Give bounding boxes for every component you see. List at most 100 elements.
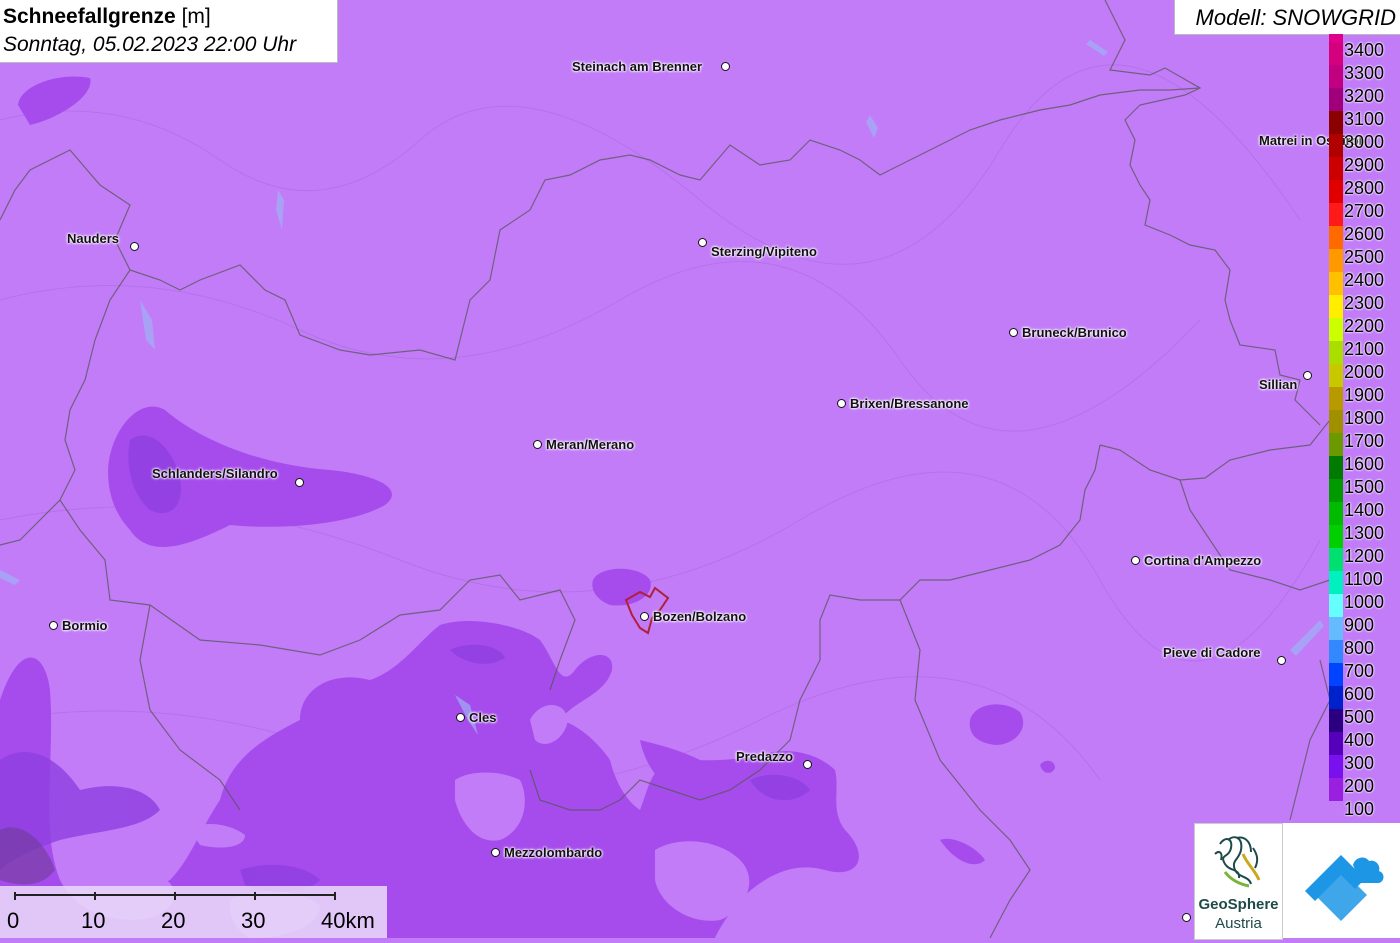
legend-swatch [1329,709,1343,732]
app-logo[interactable] [1283,823,1400,938]
legend-label: 1100 [1344,569,1383,590]
city-label: Meran/Merano [546,437,635,452]
scale-label: 10 [81,908,106,933]
city-marker[interactable] [1131,556,1140,565]
scale-tick [334,892,336,900]
legend-swatch [1329,249,1343,273]
legend-swatch [1329,548,1343,571]
legend-swatch [1329,203,1343,227]
legend-label: 3100 [1344,109,1385,130]
legend-swatch [1329,226,1343,250]
scale-label: 20 [161,908,186,933]
model-label: Modell: SNOWGRID [1195,5,1396,30]
legend-label: 2800 [1344,178,1385,199]
city-label: Brixen/Bressanone [850,396,969,411]
city-marker[interactable] [1277,656,1286,665]
legend-label: 600 [1344,684,1375,704]
legend-label: 200 [1344,776,1375,796]
model-label-box: Modell: SNOWGRID [1174,0,1400,35]
city-label: Nauders [67,231,120,246]
legend-swatch [1329,42,1343,66]
map-datetime: Sonntag, 05.02.2023 22:00 Uhr [3,33,297,56]
legend-swatch [1329,778,1343,801]
city-marker[interactable] [640,612,649,621]
legend-label: 1900 [1344,385,1385,406]
legend-label: 2200 [1344,316,1385,337]
legend-swatch [1329,34,1343,43]
legend-swatch [1329,663,1343,686]
legend-swatch [1329,134,1343,158]
legend-label: 400 [1344,730,1375,750]
legend-label: 3200 [1344,86,1385,107]
logo-text-line2: Austria [1215,915,1262,932]
city-marker[interactable] [456,713,465,722]
legend-label: 1000 [1344,592,1385,612]
city-marker[interactable] [1182,913,1191,922]
legend-swatch [1329,571,1343,594]
city-label: Bruneck/Brunico [1022,325,1127,340]
city-label: Steinach am Brenner [572,59,703,74]
legend-swatch [1329,387,1343,410]
scale-bar: 0 10 20 30 40km [0,886,387,938]
city-marker[interactable] [49,621,58,630]
legend-label: 1200 [1344,546,1385,567]
legend-swatch [1329,801,1343,824]
legend-swatch [1329,525,1343,548]
city-label: Bozen/Bolzano [653,609,747,624]
legend-label: 2300 [1344,293,1385,314]
city-label: Sterzing/Vipiteno [711,244,817,259]
scale-label: 0 [7,908,20,933]
legend-label: 1500 [1344,477,1385,498]
city-label: Cortina d'Ampezzo [1144,553,1262,568]
legend-label: 2100 [1344,339,1385,360]
legend-label: 500 [1344,707,1375,727]
city-marker[interactable] [803,760,812,769]
legend-label: 100 [1344,799,1375,819]
logo-text-line1: GeoSphere [1198,896,1279,913]
city-label: Sillian [1259,377,1298,392]
legend-swatch [1329,732,1343,755]
legend-swatch [1329,318,1343,342]
scale-tick [254,892,256,900]
legend-swatch [1329,755,1343,778]
legend-swatch [1329,456,1343,479]
legend-label: 2000 [1344,362,1385,383]
city-label: Mezzolombardo [504,845,603,860]
scale-label: 30 [241,908,266,933]
legend-label: 2500 [1344,247,1385,268]
legend-label: 800 [1344,638,1375,658]
legend-label: 3300 [1344,63,1385,84]
legend-label: 900 [1344,615,1375,635]
legend-swatch [1329,111,1343,135]
city-marker[interactable] [698,238,707,247]
legend-label: 1300 [1344,523,1385,544]
geosphere-logo[interactable]: GeoSphere Austria [1194,823,1283,940]
scale-tick [174,892,176,900]
city-label: Pieve di Cadore [1163,645,1261,660]
city-label: Cles [469,710,497,725]
city-label: Bormio [62,618,108,633]
legend-label: 1800 [1344,408,1385,429]
city-marker[interactable] [837,399,846,408]
legend-label: 1400 [1344,500,1385,521]
city-marker[interactable] [491,848,500,857]
legend-label: 3000 [1344,132,1385,153]
city-label: Predazzo [736,749,794,764]
city-marker[interactable] [1303,371,1312,380]
legend-swatch [1329,640,1343,663]
city-marker[interactable] [721,62,730,71]
city-marker[interactable] [1009,328,1018,337]
legend-swatch [1329,65,1343,89]
legend-label: 700 [1344,661,1375,681]
city-marker[interactable] [130,242,139,251]
legend-swatch [1329,341,1343,364]
legend-swatch [1329,433,1343,456]
legend-swatch [1329,157,1343,181]
legend-swatch [1329,180,1343,204]
legend-label: 1600 [1344,454,1385,475]
city-marker[interactable] [533,440,542,449]
scale-label: 40km [321,908,375,933]
legend-label: 2700 [1344,201,1385,222]
city-marker[interactable] [295,478,304,487]
geosphere-mark-icon [1214,836,1261,888]
